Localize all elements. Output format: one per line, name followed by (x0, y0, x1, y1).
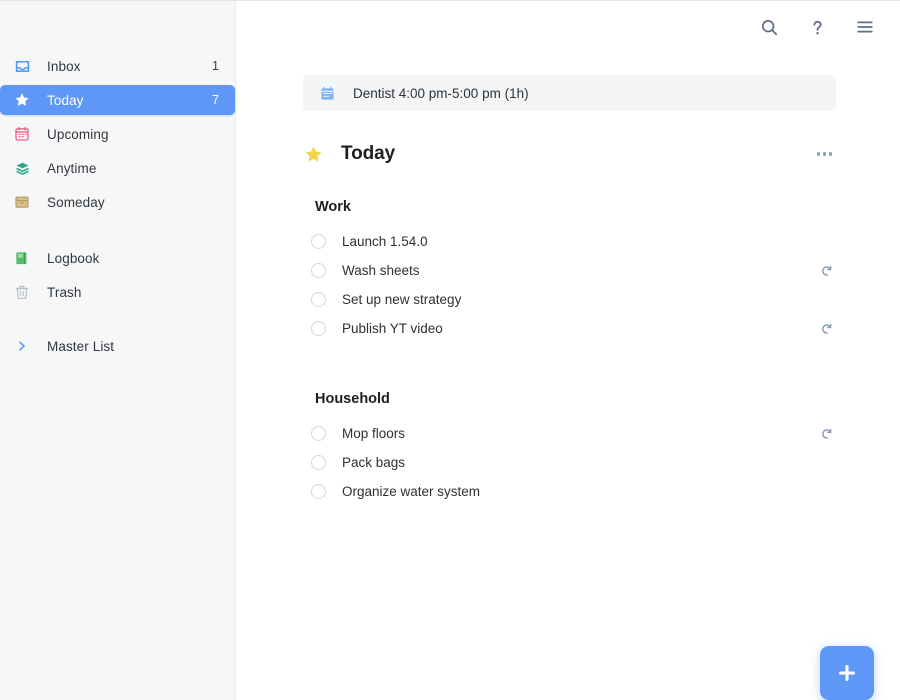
sidebar-item-someday[interactable]: Someday (0, 187, 235, 217)
dot (829, 152, 833, 156)
task-row[interactable]: Launch 1.54.0 (303, 227, 836, 256)
page-header: Today (303, 143, 836, 165)
sidebar-item-count: 1 (212, 59, 221, 73)
task-checkbox[interactable] (311, 455, 326, 470)
dot (817, 152, 821, 156)
calendar-event[interactable]: Dentist 4:00 pm-5:00 pm (1h) (303, 75, 836, 111)
star-icon (12, 90, 32, 110)
sidebar-item-logbook[interactable]: Logbook (0, 243, 235, 273)
sidebar-divider-1 (0, 221, 235, 243)
repeat-icon (820, 427, 834, 441)
sidebar-item-label: Trash (47, 285, 219, 300)
sidebar-item-inbox[interactable]: Inbox 1 (0, 51, 235, 81)
task-row[interactable]: Set up new strategy (303, 285, 836, 314)
sidebar-item-label: Today (47, 93, 212, 108)
sidebar-item-label: Someday (47, 195, 219, 210)
task-title: Set up new strategy (342, 292, 461, 307)
hamburger-menu-icon[interactable] (852, 14, 878, 40)
sidebar-item-count: 7 (212, 93, 221, 107)
task-row[interactable]: Mop floors (303, 419, 836, 448)
task-checkbox[interactable] (311, 321, 326, 336)
repeat-icon (820, 264, 834, 278)
calendar-event-text: Dentist 4:00 pm-5:00 pm (1h) (353, 86, 529, 101)
sidebar-item-master-list[interactable]: Master List (0, 331, 235, 361)
group-title: Household (315, 391, 836, 407)
task-row[interactable]: Pack bags (303, 448, 836, 477)
sidebar-item-label: Anytime (47, 161, 219, 176)
calendar-icon (319, 85, 335, 101)
group-title: Work (315, 199, 836, 215)
inbox-icon (12, 56, 32, 76)
task-row[interactable]: Organize water system (303, 477, 836, 506)
task-checkbox[interactable] (311, 292, 326, 307)
app-window: Inbox 1 Today 7 Upcoming (0, 0, 900, 700)
sidebar-item-label: Master List (47, 339, 221, 354)
sidebar-item-anytime[interactable]: Anytime (0, 153, 235, 183)
task-title: Mop floors (342, 426, 405, 441)
top-toolbar (236, 1, 900, 53)
sidebar-item-trash[interactable]: Trash (0, 277, 235, 307)
task-group-household: Household Mop floors Pack bags (303, 391, 836, 506)
sidebar-item-label: Upcoming (47, 127, 219, 142)
task-checkbox[interactable] (311, 234, 326, 249)
sidebar-item-upcoming[interactable]: Upcoming (0, 119, 235, 149)
repeat-icon (820, 322, 834, 336)
search-icon[interactable] (756, 14, 782, 40)
task-checkbox[interactable] (311, 263, 326, 278)
sidebar-item-today[interactable]: Today 7 (0, 85, 235, 115)
task-title: Wash sheets (342, 263, 420, 278)
main-content: Dentist 4:00 pm-5:00 pm (1h) Today Work (236, 1, 900, 700)
sidebar-item-label: Logbook (47, 251, 219, 266)
sidebar: Inbox 1 Today 7 Upcoming (0, 1, 236, 700)
sidebar-divider-2 (0, 311, 235, 331)
help-icon[interactable] (804, 14, 830, 40)
more-options-button[interactable] (815, 146, 835, 162)
page-title: Today (341, 143, 395, 165)
sidebar-item-label: Inbox (47, 59, 212, 74)
task-title: Publish YT video (342, 321, 443, 336)
task-row[interactable]: Wash sheets (303, 256, 836, 285)
task-row[interactable]: Publish YT video (303, 314, 836, 343)
task-checkbox[interactable] (311, 426, 326, 441)
task-checkbox[interactable] (311, 484, 326, 499)
trash-icon (12, 282, 32, 302)
dot (823, 152, 827, 156)
task-title: Pack bags (342, 455, 405, 470)
add-task-button[interactable] (820, 646, 874, 700)
star-icon (303, 144, 323, 164)
calendar-icon (12, 124, 32, 144)
layers-icon (12, 158, 32, 178)
task-title: Launch 1.54.0 (342, 234, 428, 249)
task-title: Organize water system (342, 484, 480, 499)
content-area: Dentist 4:00 pm-5:00 pm (1h) Today Work (236, 75, 900, 506)
task-group-work: Work Launch 1.54.0 Wash sheets (303, 199, 836, 343)
chevron-right-icon[interactable] (12, 336, 32, 356)
plus-icon (837, 663, 857, 683)
box-icon (12, 192, 32, 212)
book-icon (12, 248, 32, 268)
